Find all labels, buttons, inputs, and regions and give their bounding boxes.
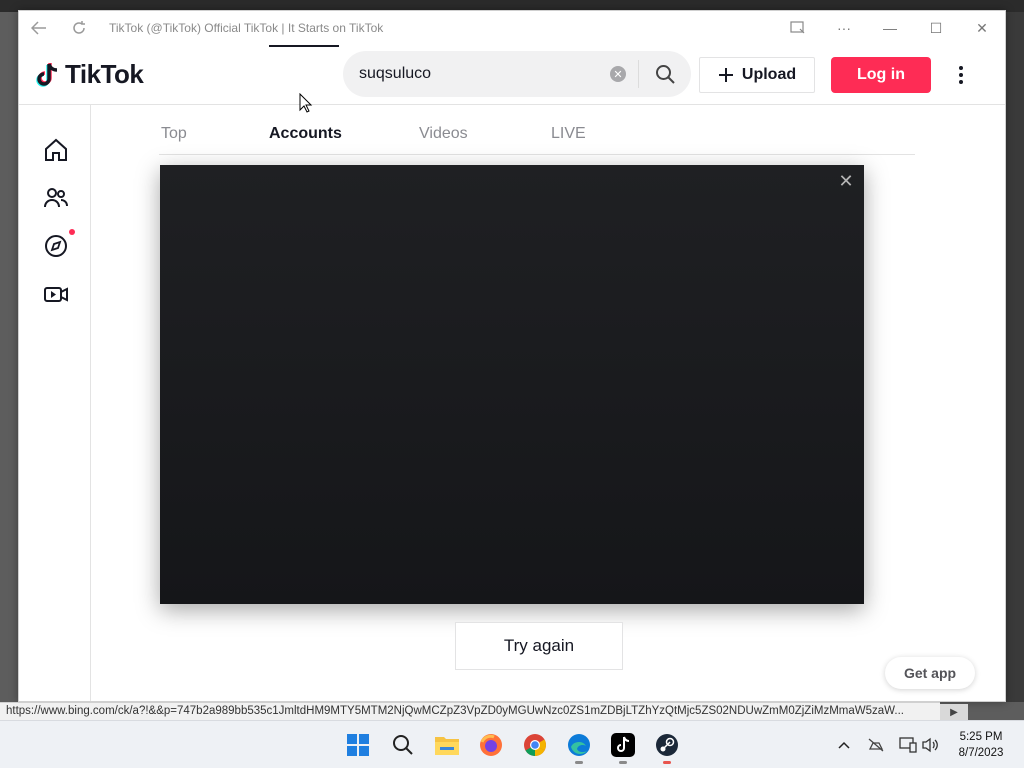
tiktok-app-icon[interactable] xyxy=(609,731,637,764)
video-modal: ✕ xyxy=(160,165,864,604)
try-again-button[interactable]: Try again xyxy=(455,622,623,670)
taskbar-search-icon[interactable] xyxy=(389,731,417,759)
clear-search-icon[interactable]: ✕ xyxy=(610,66,626,82)
browser-window: TikTok (@TikTok) Official TikTok | It St… xyxy=(18,10,1006,702)
steam-running-indicator xyxy=(663,761,671,764)
taskbar-clock[interactable]: 5:25 PM 8/7/2023 xyxy=(946,729,1016,761)
tiktok-note-icon xyxy=(36,62,58,87)
maximize-button[interactable]: ☐ xyxy=(913,11,959,45)
more-options-icon[interactable] xyxy=(949,57,973,93)
search-button[interactable] xyxy=(639,51,691,97)
settings-more-icon[interactable]: ··· xyxy=(821,11,867,45)
edge-running-indicator xyxy=(575,761,583,764)
refresh-icon xyxy=(73,21,85,34)
explore-compass-icon[interactable] xyxy=(41,229,75,261)
close-window-button[interactable]: ✕ xyxy=(959,11,1005,45)
search-icon xyxy=(656,65,675,84)
clock-date: 8/7/2023 xyxy=(958,747,1004,759)
windows-start-icon[interactable] xyxy=(344,731,372,759)
plus-icon xyxy=(718,68,733,82)
active-tab-underline xyxy=(269,45,339,47)
network-disconnected-icon[interactable] xyxy=(866,735,886,755)
app-install-icon[interactable] xyxy=(775,11,821,45)
edge-icon[interactable] xyxy=(565,731,593,764)
tab-accounts[interactable]: Accounts xyxy=(269,125,342,143)
home-icon[interactable] xyxy=(41,135,71,165)
title-bar: TikTok (@TikTok) Official TikTok | It St… xyxy=(19,11,1005,45)
upload-label: Upload xyxy=(741,66,797,83)
window-title: TikTok (@TikTok) Official TikTok | It St… xyxy=(109,21,384,35)
clock-time: 5:25 PM xyxy=(959,731,1003,743)
tab-videos[interactable]: Videos xyxy=(419,125,468,143)
refresh-button[interactable] xyxy=(59,11,99,45)
show-hidden-icons-chevron-icon[interactable] xyxy=(834,735,854,755)
status-url-bar: https://www.bing.com/ck/a?!&&p=747b2a989… xyxy=(0,702,940,720)
tab-top[interactable]: Top xyxy=(161,125,187,143)
minimize-button[interactable]: — xyxy=(867,11,913,45)
logo-text: TikTok xyxy=(65,59,144,89)
volume-icon[interactable] xyxy=(920,735,940,755)
file-explorer-icon[interactable] xyxy=(433,731,461,759)
windows-taskbar: 5:25 PM 8/7/2023 xyxy=(0,720,1024,768)
site-header: TikTok suqsuluco ✕ Upload Log in xyxy=(19,45,1005,105)
status-scroll-arrow-icon[interactable]: ▶ xyxy=(940,704,968,720)
close-modal-icon[interactable]: ✕ xyxy=(836,171,856,191)
mouse-cursor-icon xyxy=(299,93,313,113)
left-sidebar xyxy=(19,105,91,701)
login-button[interactable]: Log in xyxy=(831,57,931,93)
upload-button[interactable]: Upload xyxy=(699,57,815,93)
back-arrow-icon xyxy=(31,21,46,35)
search-bar[interactable]: suqsuluco ✕ xyxy=(343,51,691,97)
get-app-button[interactable]: Get app xyxy=(885,657,975,689)
notification-dot xyxy=(69,229,75,235)
back-button[interactable] xyxy=(19,11,59,45)
tiktok-logo[interactable]: TikTok xyxy=(35,59,144,90)
steam-icon[interactable] xyxy=(653,731,681,764)
search-input[interactable]: suqsuluco xyxy=(343,65,610,83)
firefox-icon[interactable] xyxy=(477,731,505,759)
tab-live[interactable]: LIVE xyxy=(551,125,586,143)
live-video-icon[interactable] xyxy=(41,279,71,309)
chrome-icon[interactable] xyxy=(521,731,549,759)
search-tabs: Top Accounts Videos LIVE xyxy=(159,119,915,155)
following-icon[interactable] xyxy=(41,183,71,213)
desktop-right-strip xyxy=(1004,12,1024,702)
tiktok-running-indicator xyxy=(619,761,627,764)
display-icon[interactable] xyxy=(898,735,918,755)
